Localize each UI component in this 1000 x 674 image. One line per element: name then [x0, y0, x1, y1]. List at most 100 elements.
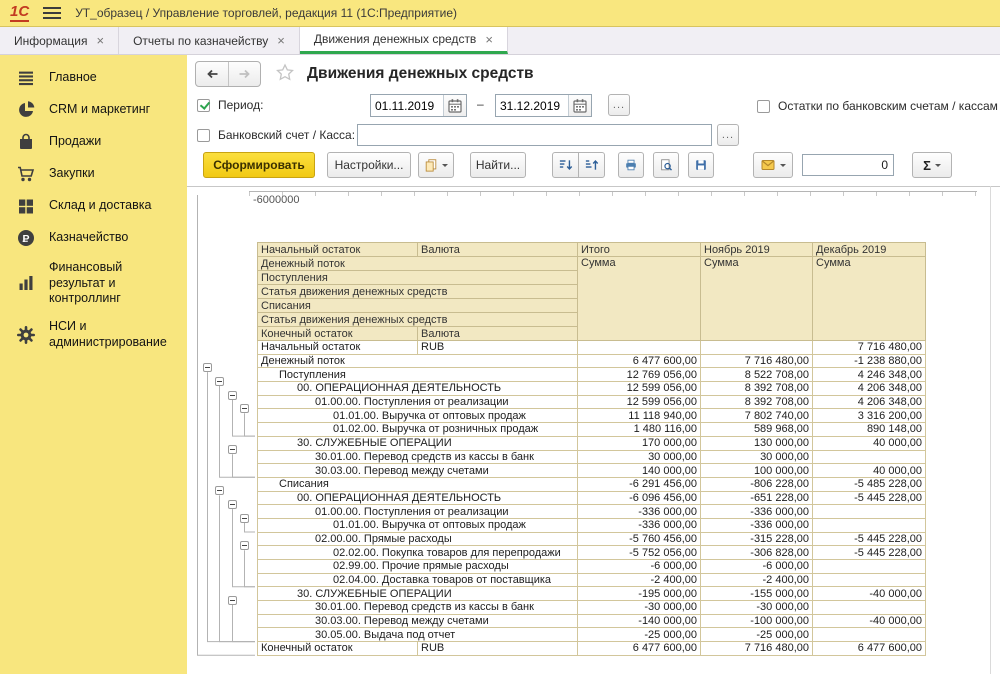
close-tab-icon[interactable]: ×: [277, 34, 285, 47]
row-label-cell[interactable]: 30.05.00. Выдача под отчет: [258, 628, 578, 642]
value-cell[interactable]: -40 000,00: [813, 614, 926, 628]
value-cell[interactable]: 7 716 480,00: [701, 642, 813, 656]
sidebar-item-3[interactable]: Продажи: [0, 126, 187, 158]
value-cell[interactable]: 11 118 940,00: [578, 409, 701, 423]
header-cell[interactable]: Валюта: [418, 243, 578, 257]
account-checkbox[interactable]: Банковский счет / Касса:: [197, 123, 355, 147]
print-preview-button[interactable]: [653, 152, 679, 178]
value-cell[interactable]: 4 206 348,00: [813, 382, 926, 396]
value-cell[interactable]: -30 000,00: [578, 601, 701, 615]
value-cell[interactable]: 7 716 480,00: [813, 341, 926, 355]
currency-cell[interactable]: RUB: [418, 341, 578, 355]
value-cell[interactable]: [813, 560, 926, 574]
value-cell[interactable]: 130 000,00: [701, 436, 813, 450]
value-cell[interactable]: -6 000,00: [701, 560, 813, 574]
row-label-cell[interactable]: 02.99.00. Прочие прямые расходы: [258, 560, 578, 574]
report-variants-button[interactable]: [418, 152, 454, 178]
value-cell[interactable]: -100 000,00: [701, 614, 813, 628]
value-cell[interactable]: -5 760 456,00: [578, 532, 701, 546]
row-label-cell[interactable]: 30.01.00. Перевод средств из кассы в бан…: [258, 450, 578, 464]
sidebar-item-5[interactable]: Склад и доставка: [0, 190, 187, 222]
value-cell[interactable]: 8 392 708,00: [701, 382, 813, 396]
favorite-star-icon[interactable]: [275, 63, 295, 85]
currency-cell[interactable]: RUB: [418, 642, 578, 656]
sidebar-item-2[interactable]: CRM и маркетинг: [0, 94, 187, 126]
tab-2[interactable]: Отчеты по казначейству×: [119, 27, 300, 54]
account-select-button[interactable]: ...: [717, 124, 739, 146]
row-label-cell[interactable]: 00. ОПЕРАЦИОННАЯ ДЕЯТЕЛЬНОСТЬ: [258, 491, 578, 505]
collapse-group-button[interactable]: [228, 445, 237, 454]
value-cell[interactable]: -336 000,00: [701, 518, 813, 532]
value-cell[interactable]: -336 000,00: [578, 505, 701, 519]
row-label-cell[interactable]: Поступления: [258, 368, 578, 382]
value-cell[interactable]: 3 316 200,00: [813, 409, 926, 423]
sort-descending-button[interactable]: [552, 152, 579, 178]
value-cell[interactable]: 6 477 600,00: [813, 642, 926, 656]
close-tab-icon[interactable]: ×: [96, 34, 104, 47]
sidebar-item-8[interactable]: НСИ и администрирование: [0, 313, 187, 356]
value-cell[interactable]: [813, 450, 926, 464]
value-cell[interactable]: 12 599 056,00: [578, 382, 701, 396]
value-cell[interactable]: -30 000,00: [701, 601, 813, 615]
value-cell[interactable]: -315 228,00: [701, 532, 813, 546]
close-tab-icon[interactable]: ×: [485, 33, 493, 46]
value-cell[interactable]: [813, 601, 926, 615]
header-cell[interactable]: Декабрь 2019: [813, 243, 926, 257]
report-settings-button[interactable]: Настройки...: [327, 152, 411, 178]
value-cell[interactable]: 6 477 600,00: [578, 354, 701, 368]
value-cell[interactable]: -25 000,00: [701, 628, 813, 642]
value-cell[interactable]: 7 802 740,00: [701, 409, 813, 423]
generate-report-button[interactable]: Сформировать: [203, 152, 315, 178]
back-button[interactable]: [196, 62, 228, 86]
value-cell[interactable]: 40 000,00: [813, 436, 926, 450]
header-cell[interactable]: Поступления: [258, 271, 578, 285]
value-cell[interactable]: -6 000,00: [578, 560, 701, 574]
header-cell[interactable]: Сумма: [813, 257, 926, 341]
value-cell[interactable]: -5 445 228,00: [813, 491, 926, 505]
value-cell[interactable]: -306 828,00: [701, 546, 813, 560]
sidebar-item-4[interactable]: Закупки: [0, 158, 187, 190]
value-cell[interactable]: -6 291 456,00: [578, 477, 701, 491]
forward-button[interactable]: [228, 62, 260, 86]
row-label-cell[interactable]: Списания: [258, 477, 578, 491]
header-cell[interactable]: Конечный остаток: [258, 327, 418, 341]
collapse-group-button[interactable]: [203, 363, 212, 372]
value-cell[interactable]: 8 522 708,00: [701, 368, 813, 382]
send-email-button[interactable]: [753, 152, 793, 178]
value-cell[interactable]: -6 096 456,00: [578, 491, 701, 505]
header-cell[interactable]: Валюта: [418, 327, 578, 341]
value-cell[interactable]: -5 752 056,00: [578, 546, 701, 560]
value-cell[interactable]: -155 000,00: [701, 587, 813, 601]
value-cell[interactable]: 30 000,00: [701, 450, 813, 464]
value-cell[interactable]: 170 000,00: [578, 436, 701, 450]
account-input[interactable]: [357, 124, 712, 146]
period-from-input[interactable]: [371, 99, 443, 113]
header-cell[interactable]: Сумма: [578, 257, 701, 341]
header-cell[interactable]: Ноябрь 2019: [701, 243, 813, 257]
row-label-cell[interactable]: 02.04.00. Доставка товаров от поставщика: [258, 573, 578, 587]
value-cell[interactable]: -2 400,00: [701, 573, 813, 587]
calendar-button[interactable]: [443, 95, 466, 116]
main-menu-icon[interactable]: [43, 7, 61, 19]
sidebar-item-7[interactable]: Финансовый результат и контроллинг: [0, 254, 187, 313]
period-options-button[interactable]: ...: [608, 94, 630, 116]
value-cell[interactable]: [813, 505, 926, 519]
value-cell[interactable]: 6 477 600,00: [578, 642, 701, 656]
collapse-group-button[interactable]: [240, 404, 249, 413]
print-button[interactable]: [618, 152, 644, 178]
collapse-group-button[interactable]: [228, 596, 237, 605]
row-label-cell[interactable]: 01.00.00. Поступления от реализации: [258, 505, 578, 519]
value-cell[interactable]: -5 485 228,00: [813, 477, 926, 491]
row-label-cell[interactable]: 30. СЛУЖЕБНЫЕ ОПЕРАЦИИ: [258, 436, 578, 450]
row-label-cell[interactable]: 02.00.00. Прямые расходы: [258, 532, 578, 546]
period-to-input[interactable]: [496, 99, 568, 113]
row-label-cell[interactable]: Конечный остаток: [258, 642, 418, 656]
value-cell[interactable]: -1 238 880,00: [813, 354, 926, 368]
period-checkbox[interactable]: Период:: [197, 93, 263, 117]
value-cell[interactable]: 40 000,00: [813, 464, 926, 478]
value-cell[interactable]: [813, 518, 926, 532]
value-cell[interactable]: 12 769 056,00: [578, 368, 701, 382]
sort-ascending-button[interactable]: [578, 152, 605, 178]
scroll-area-divider[interactable]: [990, 186, 991, 674]
header-cell[interactable]: Начальный остаток: [258, 243, 418, 257]
